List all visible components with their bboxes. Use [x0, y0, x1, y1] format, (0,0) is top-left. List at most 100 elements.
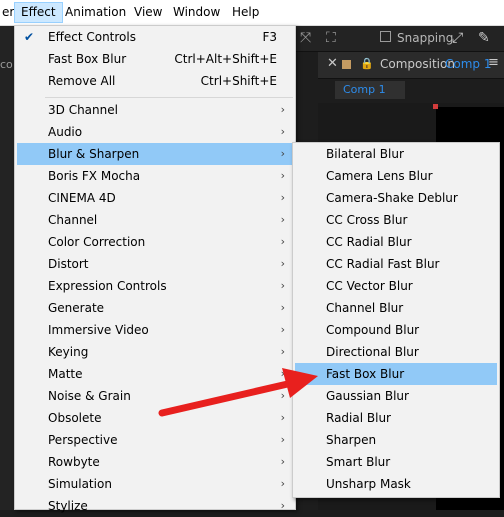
menu-category-expression-controls[interactable]: Expression Controls › — [17, 275, 293, 297]
menu-category-obsolete[interactable]: Obsolete › — [17, 407, 293, 429]
puppet-tool-icon[interactable]: ⤧ — [300, 25, 311, 51]
submenu-item-sharpen[interactable]: Sharpen — [295, 429, 497, 451]
submenu-item-camera-lens-blur[interactable]: Camera Lens Blur — [295, 165, 497, 187]
submenu-item-camera-shake-deblur[interactable]: Camera-Shake Deblur — [295, 187, 497, 209]
menu-category-distort[interactable]: Distort › — [17, 253, 293, 275]
menu-effect[interactable]: Effect — [14, 2, 63, 23]
chevron-right-icon: › — [280, 213, 285, 226]
submenu-item-cc-radial-fast-blur[interactable]: CC Radial Fast Blur — [295, 253, 497, 275]
brush-tool-icon[interactable]: ✎ — [478, 25, 490, 51]
menu-item-label: CC Radial Fast Blur — [326, 257, 440, 271]
menu-item-label: CC Cross Blur — [326, 213, 408, 227]
chevron-right-icon: › — [280, 169, 285, 182]
chevron-right-icon: › — [280, 433, 285, 446]
menu-item-label: 3D Channel — [48, 103, 118, 117]
menu-category-blur-sharpen[interactable]: Blur & Sharpen › — [17, 143, 293, 165]
chevron-right-icon: › — [280, 345, 285, 358]
menu-item-label: Fast Box Blur — [326, 367, 405, 381]
menu-item-label: Effect Controls — [48, 30, 136, 44]
chevron-right-icon: › — [280, 125, 285, 138]
left-panel-partial-label: co — [0, 58, 13, 71]
menu-item-label: Rowbyte — [48, 455, 100, 469]
menu-item-label: Gaussian Blur — [326, 389, 409, 403]
menu-item-label: Audio — [48, 125, 83, 139]
menu-item-label: Obsolete — [48, 411, 102, 425]
comp-tab[interactable]: Comp 1 — [335, 81, 405, 99]
canvas-corner-marker — [433, 104, 438, 109]
roto-tool-icon[interactable]: ⛶ — [326, 25, 336, 51]
submenu-item-cc-vector-blur[interactable]: CC Vector Blur — [295, 275, 497, 297]
shortcut-label: Ctrl+Alt+Shift+E — [174, 52, 277, 66]
menu-bar: er Effect Animation View Window Help — [0, 0, 504, 26]
menu-category-noise-grain[interactable]: Noise & Grain › — [17, 385, 293, 407]
menu-window[interactable]: Window — [167, 2, 226, 23]
submenu-item-radial-blur[interactable]: Radial Blur — [295, 407, 497, 429]
menu-separator — [45, 97, 293, 98]
snap-tool-icon[interactable]: ⤢ — [452, 25, 463, 51]
menu-category-rowbyte[interactable]: Rowbyte › — [17, 451, 293, 473]
menu-item-label: CC Vector Blur — [326, 279, 413, 293]
checkmark-icon: ✔ — [24, 30, 35, 44]
submenu-item-compound-blur[interactable]: Compound Blur — [295, 319, 497, 341]
composition-name-link[interactable]: Comp 1 — [445, 57, 491, 71]
chevron-right-icon: › — [280, 191, 285, 204]
menu-item-label: Matte — [48, 367, 83, 381]
menu-category-keying[interactable]: Keying › — [17, 341, 293, 363]
submenu-item-directional-blur[interactable]: Directional Blur — [295, 341, 497, 363]
submenu-item-fast-box-blur[interactable]: Fast Box Blur — [295, 363, 497, 385]
menu-category-perspective[interactable]: Perspective › — [17, 429, 293, 451]
lock-icon[interactable]: 🔒 — [360, 57, 374, 70]
menu-item-fast-box-blur[interactable]: Fast Box Blur Ctrl+Alt+Shift+E — [17, 48, 293, 70]
chevron-right-icon: › — [280, 455, 285, 468]
submenu-item-channel-blur[interactable]: Channel Blur — [295, 297, 497, 319]
menu-item-label: Camera-Shake Deblur — [326, 191, 458, 205]
menu-item-label: Color Correction — [48, 235, 146, 249]
menu-item-effect-controls[interactable]: ✔ Effect Controls F3 — [17, 26, 293, 48]
menu-animation[interactable]: Animation — [59, 2, 132, 23]
submenu-item-unsharp-mask[interactable]: Unsharp Mask — [295, 473, 497, 495]
menu-category-channel[interactable]: Channel › — [17, 209, 293, 231]
menu-category-3d-channel[interactable]: 3D Channel › — [17, 99, 293, 121]
menu-category-generate[interactable]: Generate › — [17, 297, 293, 319]
menu-category-boris-fx-mocha[interactable]: Boris FX Mocha › — [17, 165, 293, 187]
menu-category-color-correction[interactable]: Color Correction › — [17, 231, 293, 253]
submenu-item-gaussian-blur[interactable]: Gaussian Blur — [295, 385, 497, 407]
submenu-item-bilateral-blur[interactable]: Bilateral Blur — [295, 143, 497, 165]
panel-menu-icon[interactable]: ≡ — [488, 55, 499, 70]
menu-item-label: Compound Blur — [326, 323, 420, 337]
chevron-right-icon: › — [280, 147, 285, 160]
shortcut-label: Ctrl+Shift+E — [200, 74, 277, 88]
menu-item-label: Noise & Grain — [48, 389, 131, 403]
menu-help[interactable]: Help — [226, 2, 265, 23]
menu-category-audio[interactable]: Audio › — [17, 121, 293, 143]
menu-category-simulation[interactable]: Simulation › — [17, 473, 293, 495]
submenu-item-smart-blur[interactable]: Smart Blur — [295, 451, 497, 473]
menu-item-label: Stylize — [48, 499, 88, 513]
chevron-right-icon: › — [280, 301, 285, 314]
close-icon[interactable]: ✕ — [327, 56, 338, 71]
menu-category-matte[interactable]: Matte › — [17, 363, 293, 385]
menu-item-label: Smart Blur — [326, 455, 391, 469]
menu-item-label: CINEMA 4D — [48, 191, 116, 205]
submenu-item-cc-cross-blur[interactable]: CC Cross Blur — [295, 209, 497, 231]
chevron-right-icon: › — [280, 257, 285, 270]
menu-item-label: Channel — [48, 213, 98, 227]
chevron-right-icon: › — [280, 235, 285, 248]
menu-category-stylize[interactable]: Stylize › — [17, 495, 293, 517]
menu-view[interactable]: View — [128, 2, 168, 23]
menu-item-label: Directional Blur — [326, 345, 419, 359]
menu-item-remove-all[interactable]: Remove All Ctrl+Shift+E — [17, 70, 293, 92]
snapping-label: Snapping — [397, 31, 454, 45]
snapping-checkbox[interactable] — [380, 31, 391, 42]
menu-category-cinema-4d[interactable]: CINEMA 4D › — [17, 187, 293, 209]
submenu-item-cc-radial-blur[interactable]: CC Radial Blur — [295, 231, 497, 253]
chevron-right-icon: › — [280, 477, 285, 490]
composition-panel-title: Composition — [380, 57, 455, 71]
menu-item-label: Distort — [48, 257, 89, 271]
menu-category-immersive-video[interactable]: Immersive Video › — [17, 319, 293, 341]
chevron-right-icon: › — [280, 323, 285, 336]
menu-item-label: Keying — [48, 345, 89, 359]
menu-item-label: Simulation — [48, 477, 112, 491]
effect-menu: ✔ Effect Controls F3 Fast Box Blur Ctrl+… — [14, 25, 296, 513]
chevron-right-icon: › — [280, 279, 285, 292]
